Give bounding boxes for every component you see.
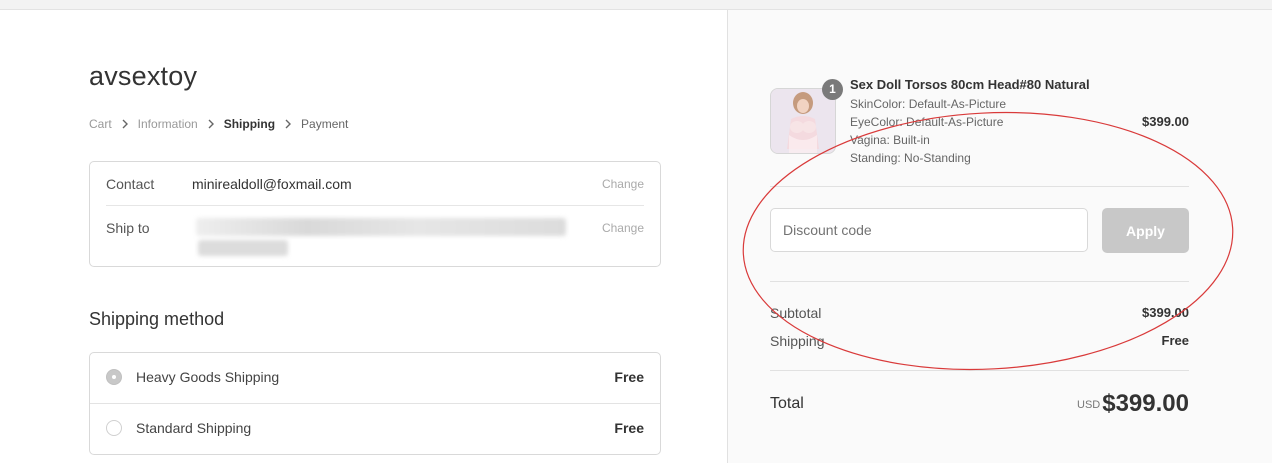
contact-email: minirealdoll@foxmail.com xyxy=(192,176,352,192)
shipping-option-heavy-goods[interactable]: Heavy Goods Shipping Free xyxy=(90,353,660,404)
total-label: Total xyxy=(770,395,804,412)
product-variant: Standing: No-Standing xyxy=(850,151,971,165)
radio-selected[interactable] xyxy=(106,369,122,385)
redacted-address xyxy=(196,218,566,236)
breadcrumb: Cart Information Shipping Payment xyxy=(89,117,348,131)
store-name[interactable]: avsextoy xyxy=(89,61,197,92)
product-variant: SkinColor: Default-As-Picture xyxy=(850,97,1007,111)
change-contact-link[interactable]: Change xyxy=(602,177,644,191)
shipping-option-name: Standard Shipping xyxy=(136,420,252,436)
quantity-badge: 1 xyxy=(822,79,843,100)
discount-code-input[interactable] xyxy=(770,208,1088,252)
review-block: Contact minirealdoll@foxmail.com Change … xyxy=(89,161,661,267)
change-address-link[interactable]: Change xyxy=(602,221,644,235)
shipping-option-standard[interactable]: Standard Shipping Free xyxy=(90,404,660,454)
currency-code: USD xyxy=(1077,399,1101,411)
shipping-method-title: Shipping method xyxy=(89,309,225,329)
breadcrumb-shipping: Shipping xyxy=(223,117,276,131)
shipping-option-price: Free xyxy=(614,369,644,385)
contact-row: Contact minirealdoll@foxmail.com Change xyxy=(106,162,644,206)
divider xyxy=(770,186,1189,187)
chevron-right-icon xyxy=(205,118,217,130)
product-variant: EyeColor: Default-As-Picture xyxy=(850,115,1004,129)
contact-label: Contact xyxy=(106,176,155,192)
product-price: $399.00 xyxy=(1142,114,1189,129)
divider xyxy=(770,281,1189,282)
shipping-label: Shipping xyxy=(770,333,825,349)
subtotal-label: Subtotal xyxy=(770,305,822,321)
ship-to-label: Ship to xyxy=(106,220,150,236)
total-value: $399.00 xyxy=(1102,390,1189,417)
breadcrumb-information[interactable]: Information xyxy=(138,117,198,131)
product-title: Sex Doll Torsos 80cm Head#80 Natural xyxy=(850,77,1090,92)
radio-unselected[interactable] xyxy=(106,420,122,436)
shipping-value: Free xyxy=(1161,333,1189,348)
shipping-option-name: Heavy Goods Shipping xyxy=(136,369,280,385)
ship-to-row: Ship to Change xyxy=(106,206,644,264)
divider xyxy=(770,370,1189,371)
subtotal-value: $399.00 xyxy=(1142,305,1189,320)
redacted-address-line2 xyxy=(198,240,288,256)
breadcrumb-cart[interactable]: Cart xyxy=(89,117,112,131)
chevron-right-icon xyxy=(282,118,294,130)
shipping-method-list: Heavy Goods Shipping Free Standard Shipp… xyxy=(89,352,661,455)
chevron-right-icon xyxy=(119,118,131,130)
breadcrumb-payment: Payment xyxy=(301,117,349,131)
shipping-option-price: Free xyxy=(614,420,644,436)
product-variant: Vagina: Built-in xyxy=(850,133,930,147)
browser-top-strip xyxy=(0,0,1272,10)
apply-discount-button[interactable]: Apply xyxy=(1102,208,1189,253)
